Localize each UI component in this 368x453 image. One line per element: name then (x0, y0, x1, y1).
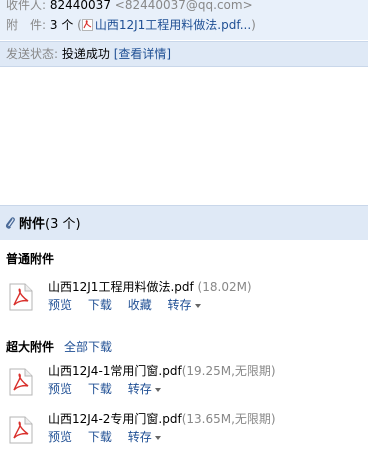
file-size: (18.02M) (197, 280, 252, 294)
preview-link[interactable]: 预览 (48, 430, 72, 444)
download-link[interactable]: 下载 (88, 430, 112, 444)
large-file-2-actions: 预览 下载 转存 (48, 429, 173, 445)
attachment-preview-close: ) (251, 18, 256, 32)
download-link[interactable]: 下载 (88, 382, 112, 396)
recipient-name[interactable]: 82440037 (50, 0, 111, 12)
pdf-file-icon[interactable] (9, 368, 33, 396)
save-to-label: 转存 (127, 382, 152, 396)
large-file-2: 山西12J4-2专用门窗.pdf(13.65M,无限期) (48, 411, 276, 427)
favorite-link[interactable]: 收藏 (128, 298, 152, 312)
recipient-email: <82440037@qq.com> (114, 0, 253, 12)
attachments-header: 附件(3 个) (0, 205, 368, 240)
normal-file-1: 山西12J1工程用料做法.pdf (18.02M) (48, 279, 252, 295)
mail-header: 收件人: 82440037 <82440037@qq.com> 附 件: 3 个… (0, 0, 368, 40)
file-name[interactable]: 山西12J4-1常用门窗.pdf (48, 364, 182, 378)
attachments-count: (3 个) (45, 217, 81, 232)
attachments-title: 附件 (19, 217, 46, 232)
send-status-value: 投递成功 (61, 47, 110, 61)
large-attachments-title: 超大附件 全部下载 (6, 339, 112, 355)
download-all-link[interactable]: 全部下载 (64, 340, 112, 354)
large-file-1-actions: 预览 下载 转存 (48, 381, 173, 397)
file-name[interactable]: 山西12J4-2专用门窗.pdf (48, 412, 182, 426)
save-to-label: 转存 (167, 298, 192, 312)
download-link[interactable]: 下载 (88, 298, 112, 312)
pdf-file-icon[interactable] (9, 416, 33, 444)
view-details-link[interactable]: [查看详情] (114, 47, 171, 61)
preview-link[interactable]: 预览 (48, 298, 72, 312)
paperclip-icon (6, 217, 15, 229)
send-status-label: 发送状态: (6, 47, 59, 61)
pdf-file-icon[interactable] (9, 283, 33, 311)
large-file-1: 山西12J4-1常用门窗.pdf(19.25M,无限期) (48, 363, 276, 379)
file-size: (19.25M,无限期) (181, 364, 276, 378)
attachment-summary-row: 附 件: 3 个 (山西12J1工程用料做法.pdf...) (6, 17, 256, 33)
preview-link[interactable]: 预览 (48, 382, 72, 396)
large-attachments-label: 超大附件 (6, 340, 55, 354)
save-to-dropdown[interactable]: 转存 (128, 430, 161, 444)
save-to-dropdown[interactable]: 转存 (168, 298, 201, 312)
recipient-label: 收件人: (6, 0, 47, 12)
file-name[interactable]: 山西12J1工程用料做法.pdf (48, 280, 194, 294)
recipient-row: 收件人: 82440037 <82440037@qq.com> (6, 0, 253, 13)
chevron-down-icon (194, 303, 201, 308)
pdf-mini-icon (81, 19, 93, 31)
attachment-label: 附 件: (6, 18, 47, 32)
chevron-down-icon (154, 387, 161, 392)
chevron-down-icon (154, 435, 161, 440)
normal-attachments-title: 普通附件 (6, 252, 55, 266)
attachment-count: 3 个 (49, 18, 74, 32)
file-size: (13.65M,无限期) (181, 412, 276, 426)
save-to-dropdown[interactable]: 转存 (128, 382, 161, 396)
attachment-preview-link[interactable]: 山西12J1工程用料做法.pdf... (95, 18, 251, 32)
normal-file-1-actions: 预览 下载 收藏 转存 (48, 297, 213, 313)
save-to-label: 转存 (127, 430, 152, 444)
send-status-bar: 发送状态: 投递成功 [查看详情] (0, 41, 368, 67)
